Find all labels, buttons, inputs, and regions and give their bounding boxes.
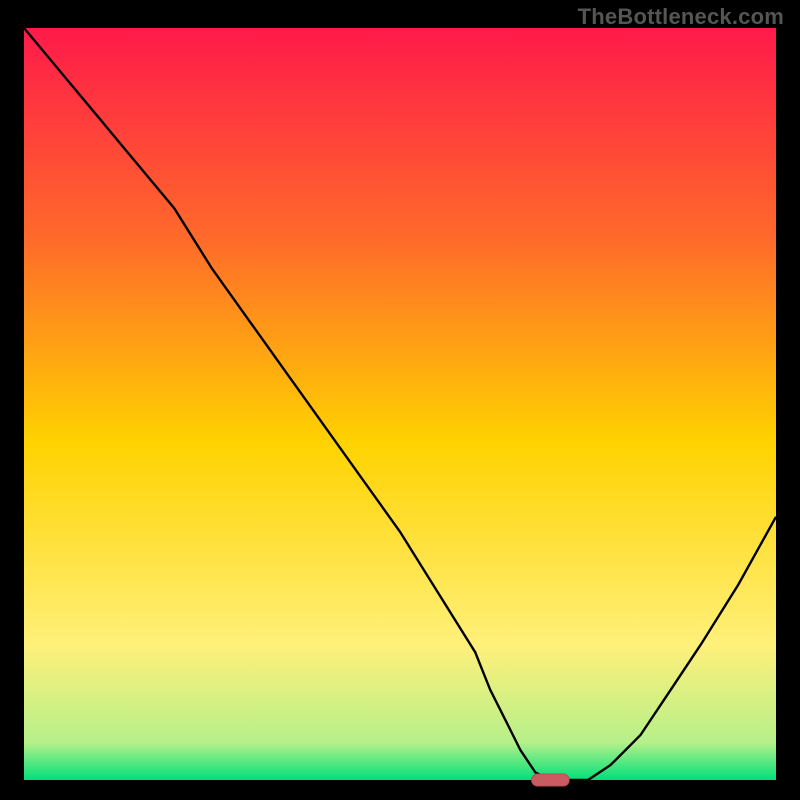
chart-frame: TheBottleneck.com xyxy=(0,0,800,800)
bottleneck-chart xyxy=(0,0,800,800)
optimum-marker xyxy=(532,774,570,786)
plot-background xyxy=(24,28,776,780)
